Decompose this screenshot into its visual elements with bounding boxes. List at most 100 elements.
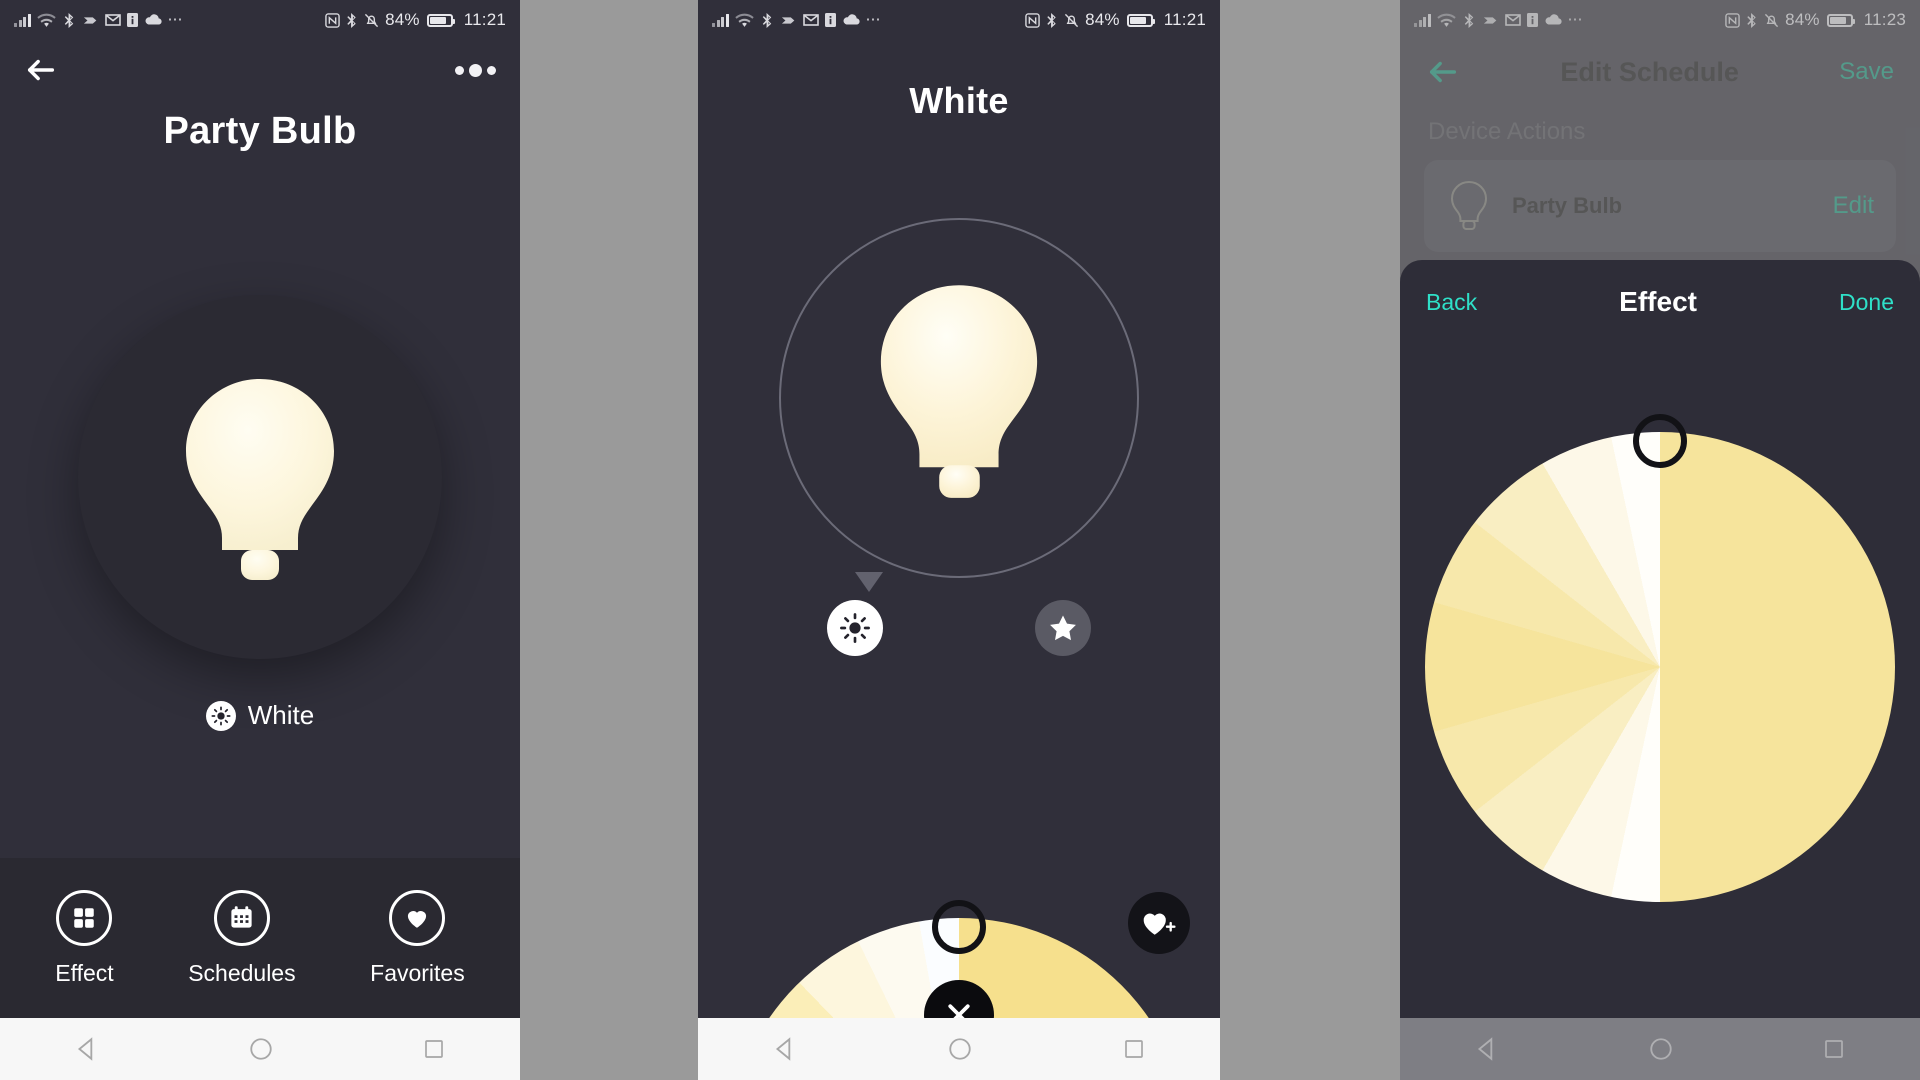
battery-percent-label: 84% [385,10,420,29]
effect-sheet-header: Back Effect Done [1400,260,1920,344]
status-bar: ⋯ 84% 11:23 [1400,0,1920,40]
add-to-favorites-button[interactable] [1128,892,1190,954]
heart-icon [389,889,446,946]
android-system-nav [0,1018,520,1080]
effect-bottom-sheet: Back Effect Done [1400,260,1920,1018]
wifi-icon [1436,13,1456,27]
nav-item-favorites[interactable]: Favorites [370,889,465,987]
current-mode-label: White [247,700,315,730]
nfc-icon [1725,12,1740,28]
bluetooth-share-icon [64,12,73,28]
android-recents-icon[interactable] [1822,1037,1846,1061]
bluetooth-share-icon [1464,12,1473,28]
mute-bell-icon [1065,13,1079,27]
more-icon: ⋯ [167,11,183,28]
more-icon: ⋯ [865,11,881,28]
color-temperature-wheel[interactable] [1425,432,1895,902]
android-back-icon[interactable] [74,1036,100,1062]
clock-label: 11:21 [463,10,506,29]
wheel-selector-knob[interactable] [1633,414,1687,468]
current-mode-row[interactable]: White [0,700,520,731]
android-home-icon[interactable] [248,1036,274,1062]
clock-label: 11:23 [1863,10,1906,29]
bluetooth-icon [347,12,356,28]
brightness-mode-button[interactable] [827,600,883,656]
wifi-icon [734,13,754,27]
mode-button-row [698,600,1220,656]
battery-icon [426,13,455,27]
more-icon: ⋯ [1567,11,1583,28]
status-bar-right: 84% 11:23 [1725,10,1906,30]
phone-panel-edit-schedule: ⋯ 84% 11:23 Edit Schedule Save Device Ac… [1400,0,1920,1080]
brightness-sun-icon [840,613,870,643]
back-button[interactable]: Back [1426,289,1477,316]
android-home-icon[interactable] [947,1036,973,1062]
edit-device-action-button[interactable]: Edit [1833,192,1874,220]
status-bar-right: 84% 11:21 [325,10,506,30]
cloud-icon [1545,14,1562,25]
done-button[interactable]: Done [1839,289,1894,316]
brightness-sun-icon [205,700,236,731]
mute-bell-icon [1765,13,1779,27]
battery-percent-label: 84% [1085,10,1120,29]
bottom-navigation: Effect Schedules Favorites [0,858,520,1018]
overflow-menu-icon[interactable] [455,63,496,77]
wheel-selector-knob[interactable] [932,900,986,954]
grid-effect-icon [56,889,113,946]
device-name-label: Party Bulb [1512,193,1623,218]
status-bar-right: 84% 11:21 [1025,10,1206,30]
nav-label-effect: Effect [55,959,114,986]
nfc-icon [1025,12,1040,28]
cloud-icon [145,14,162,25]
info-icon [126,13,138,27]
sheet-title: Effect [1619,286,1697,317]
battery-icon [1126,13,1155,27]
battery-icon [1826,13,1855,27]
nfc-icon [325,12,340,28]
device-bulb-display[interactable] [78,295,442,659]
back-arrow-icon[interactable] [1426,55,1460,89]
vpn-icon [781,16,794,24]
android-back-icon[interactable] [1474,1036,1500,1062]
phone-panel-white-mode: ⋯ 84% 11:21 White [698,0,1220,1080]
nav-item-schedules[interactable]: Schedules [188,889,296,987]
vpn-icon [83,16,96,24]
signal-icon [1414,13,1431,27]
info-icon [824,13,836,27]
android-recents-icon[interactable] [422,1037,446,1061]
favorites-mode-button[interactable] [1035,600,1091,656]
mute-bell-icon [365,13,379,27]
android-back-icon[interactable] [772,1036,798,1062]
heart-plus-icon [1143,913,1176,935]
panel1-top-bar [0,40,520,100]
section-label-device-actions: Device Actions [1428,118,1586,145]
signal-icon [712,13,729,27]
save-button[interactable]: Save [1839,58,1894,86]
back-arrow-icon[interactable] [24,53,58,87]
bulb-icon [186,379,334,580]
info-icon [1526,13,1538,27]
bluetooth-icon [1047,12,1056,28]
android-home-icon[interactable] [1648,1036,1674,1062]
status-bar-left: ⋯ [14,11,183,28]
status-bar-left: ⋯ [1414,11,1583,28]
status-bar: ⋯ 84% 11:21 [0,0,520,40]
status-bar-left: ⋯ [712,11,881,28]
wifi-icon [36,13,56,27]
page-title: White [909,80,1009,121]
phone-panel-device-detail: ⋯ 84% 11:21 Party Bulb White Effect Sche… [0,0,520,1080]
mail-icon [1504,14,1521,26]
status-bar: ⋯ 84% 11:21 [698,0,1220,40]
star-icon [1050,615,1076,641]
device-bulb-display[interactable] [779,218,1139,592]
device-action-row[interactable]: Party Bulb Edit [1424,160,1896,252]
mail-icon [104,14,121,26]
bluetooth-icon [1747,12,1756,28]
android-recents-icon[interactable] [1122,1037,1146,1061]
page-title: Edit Schedule [1560,56,1739,87]
nav-item-effect[interactable]: Effect [55,889,114,987]
bulb-icon [880,285,1038,498]
page-title: Party Bulb [163,110,357,152]
android-system-nav [698,1018,1220,1080]
vpn-icon [1483,16,1496,24]
